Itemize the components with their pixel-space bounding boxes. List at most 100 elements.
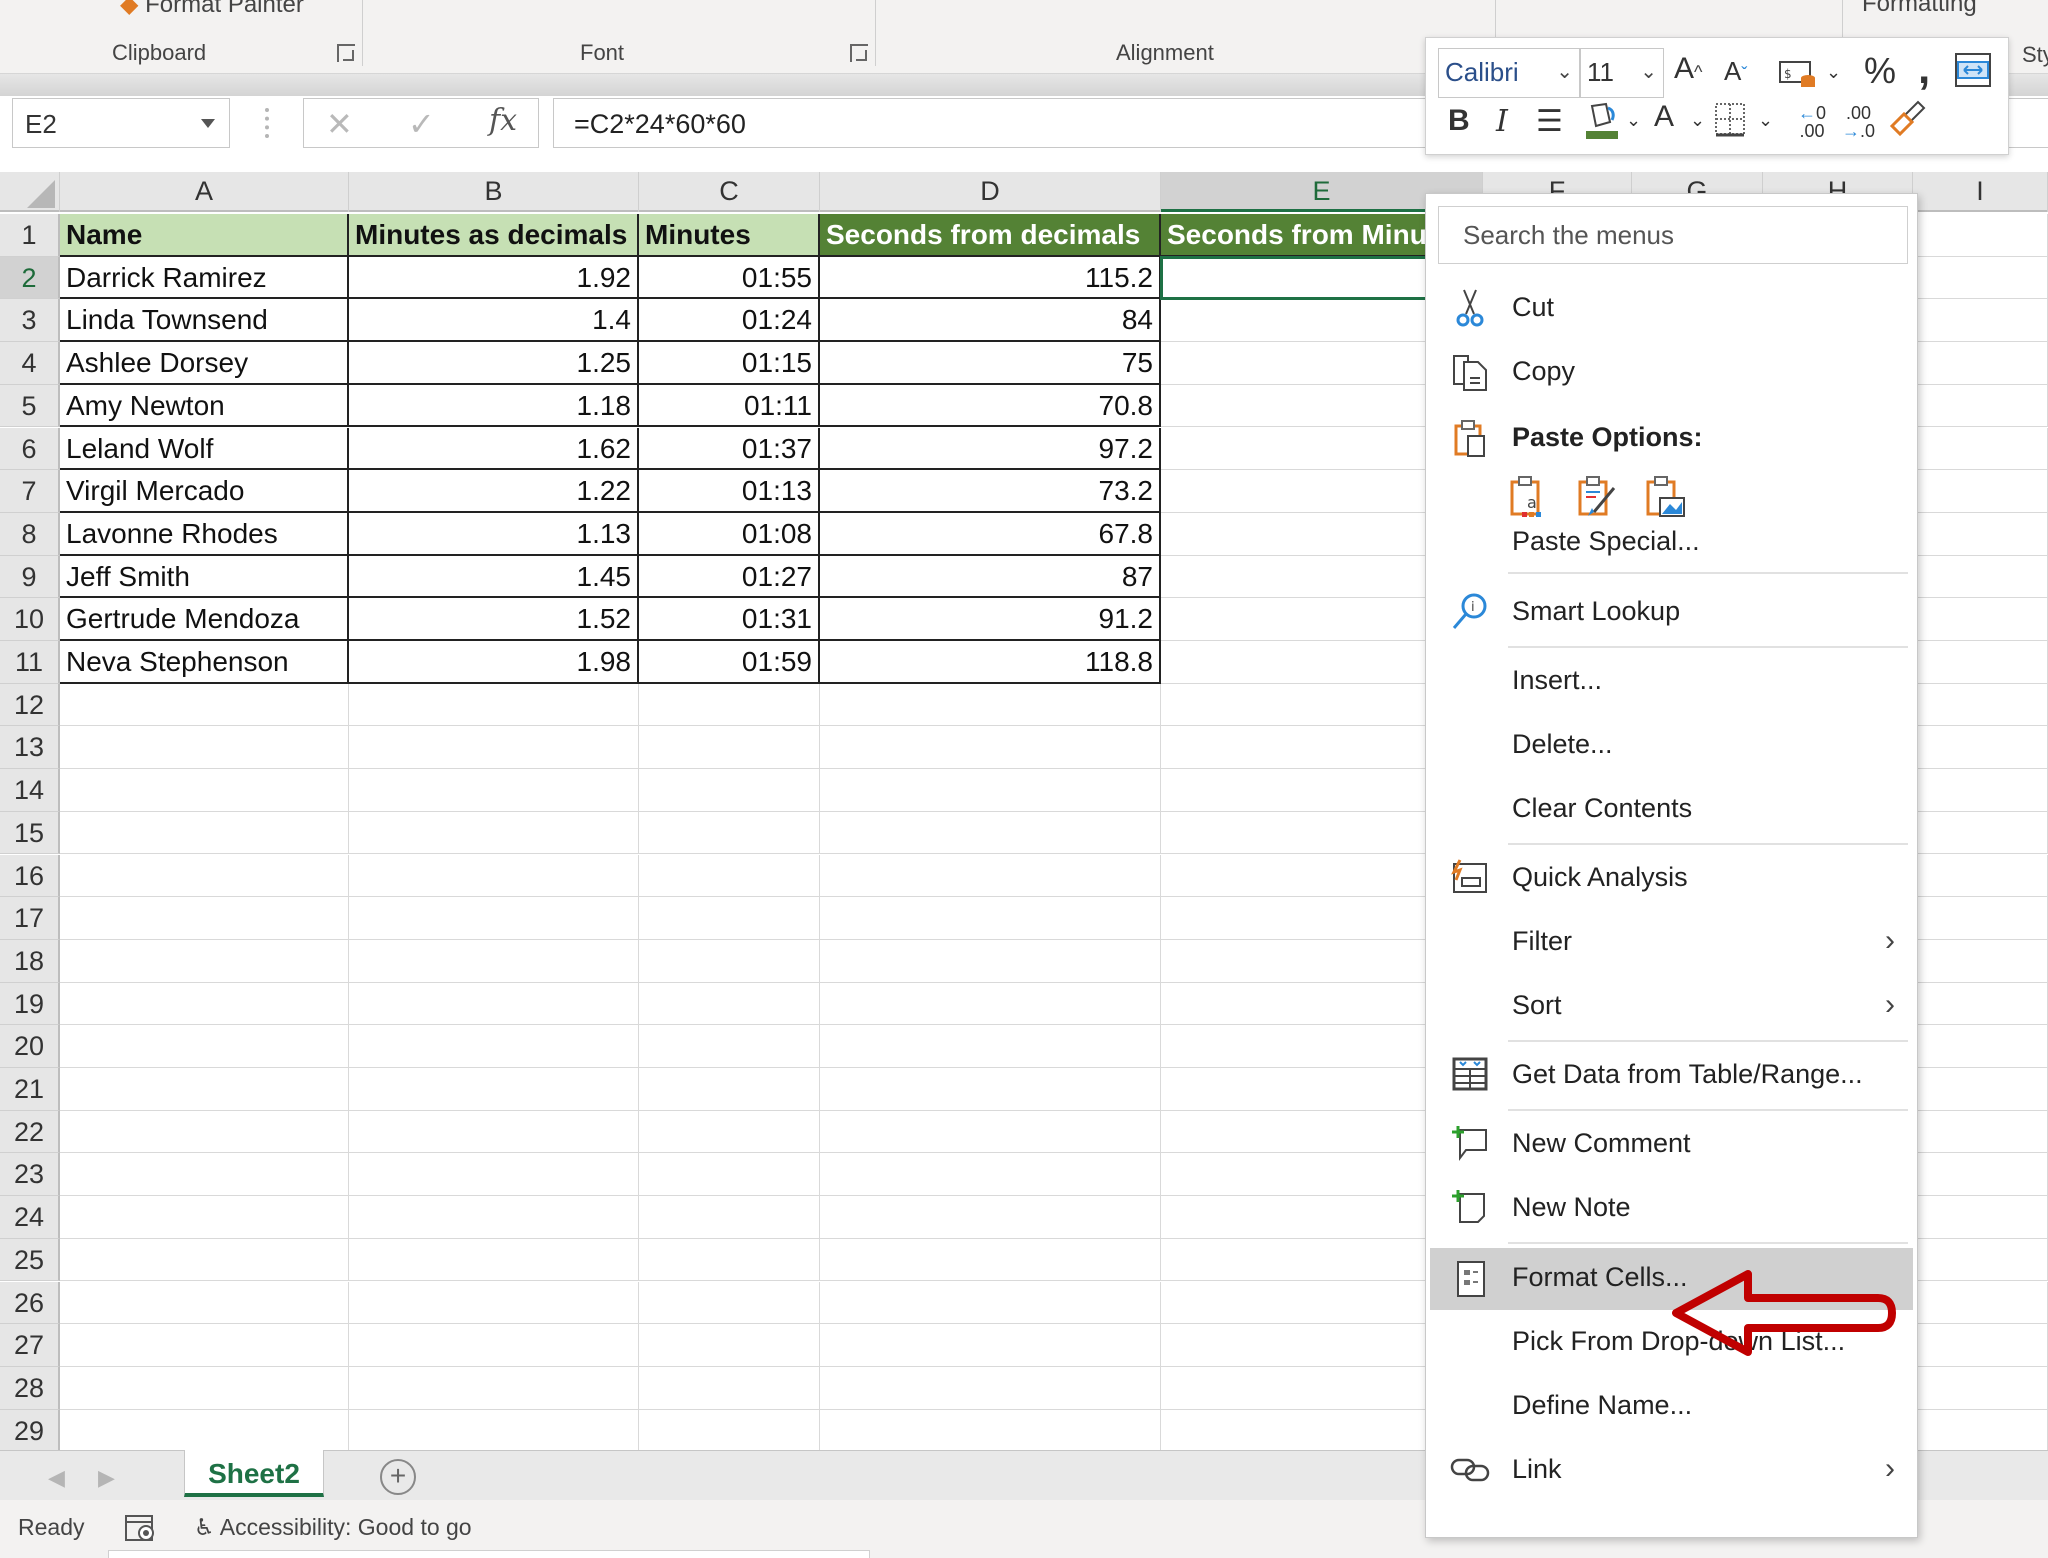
cell-c27[interactable] [639,1324,820,1367]
paste-formatting-icon[interactable] [1576,474,1624,524]
cell-b3[interactable]: 1.4 [349,299,639,343]
row-header-22[interactable]: 22 [0,1110,60,1154]
cell-c7[interactable]: 01:13 [639,470,820,513]
cell-c29[interactable] [639,1409,820,1450]
percent-style-icon[interactable]: % [1864,50,1896,92]
cell-c25[interactable] [639,1238,820,1282]
select-all-button[interactable] [0,172,60,212]
macro-recording-icon[interactable] [124,1514,158,1550]
center-align-icon[interactable]: ☰ [1536,104,1563,139]
row-header-4[interactable]: 4 [0,342,60,385]
cell-c14[interactable] [639,769,820,812]
menu-item-delete[interactable]: Delete... [1430,715,1913,777]
decrease-decimal-icon[interactable]: .00 →.0 [1842,104,1875,140]
cell-i1[interactable] [1913,214,2048,257]
cell-i17[interactable] [1913,897,2048,940]
formula-bar-resize-handle[interactable] [265,108,271,138]
cell-d17[interactable] [820,897,1161,940]
menu-item-new-note[interactable]: New Note [1430,1178,1913,1240]
sheet-tab-sheet2[interactable]: Sheet2 [184,1450,324,1497]
row-header-13[interactable]: 13 [0,726,60,770]
cell-a26[interactable] [60,1281,349,1325]
cell-b4[interactable]: 1.25 [349,342,639,385]
menu-item-new-comment[interactable]: New Comment [1430,1114,1913,1176]
font-launcher-icon[interactable] [850,44,868,62]
cell-i3[interactable] [1913,299,2048,343]
chevron-down-icon[interactable]: ⌄ [1826,62,1841,83]
cell-i21[interactable] [1913,1068,2048,1111]
accessibility-checker[interactable]: ♿︎ Accessibility: Good to go [194,1514,472,1541]
comma-style-icon[interactable]: , [1918,44,1930,94]
cell-d24[interactable] [820,1196,1161,1239]
cell-i29[interactable] [1913,1409,2048,1450]
cell-a1[interactable]: Name [60,214,349,257]
row-header-29[interactable]: 29 [0,1409,60,1450]
cell-d20[interactable] [820,1025,1161,1068]
name-box[interactable]: E2 [12,98,230,148]
cell-a24[interactable] [60,1196,349,1239]
row-header-1[interactable]: 1 [0,214,60,257]
cell-a7[interactable]: Virgil Mercado [60,470,349,513]
cell-c12[interactable] [639,683,820,727]
scroll-tabs-right-icon[interactable]: ▶ [98,1465,115,1491]
bold-icon[interactable]: B [1448,104,1470,138]
cell-b2[interactable]: 1.92 [349,256,639,300]
cell-a28[interactable] [60,1366,349,1410]
cell-i11[interactable] [1913,641,2048,684]
cell-a29[interactable] [60,1409,349,1450]
cell-i20[interactable] [1913,1025,2048,1068]
cell-c3[interactable]: 01:24 [639,299,820,343]
cell-d11[interactable]: 118.8 [820,641,1161,684]
cell-b5[interactable]: 1.18 [349,384,639,428]
cell-c4[interactable]: 01:15 [639,342,820,385]
cell-c26[interactable] [639,1281,820,1325]
cell-d23[interactable] [820,1153,1161,1197]
cell-d21[interactable] [820,1068,1161,1111]
row-header-26[interactable]: 26 [0,1281,60,1325]
cell-d6[interactable]: 97.2 [820,427,1161,471]
cell-b19[interactable] [349,982,639,1026]
row-header-8[interactable]: 8 [0,512,60,556]
italic-icon[interactable]: I [1496,104,1508,139]
format-painter-icon[interactable] [1888,100,1926,146]
name-box-dropdown-icon[interactable] [201,119,215,128]
cell-c8[interactable]: 01:08 [639,512,820,556]
cell-b10[interactable]: 1.52 [349,598,639,641]
cell-c24[interactable] [639,1196,820,1239]
merge-center-icon[interactable] [1954,52,1994,96]
cell-a20[interactable] [60,1025,349,1068]
row-header-27[interactable]: 27 [0,1324,60,1367]
cell-d18[interactable] [820,939,1161,983]
cell-c28[interactable] [639,1366,820,1410]
cell-d14[interactable] [820,769,1161,812]
cell-a14[interactable] [60,769,349,812]
font-size-select[interactable]: 11 ⌄ [1580,48,1664,98]
cell-i26[interactable] [1913,1281,2048,1325]
cell-b18[interactable] [349,939,639,983]
row-header-23[interactable]: 23 [0,1153,60,1197]
row-header-16[interactable]: 16 [0,854,60,898]
paste-keep-source-icon[interactable]: a [1508,474,1556,524]
cell-d4[interactable]: 75 [820,342,1161,385]
menu-item-sort[interactable]: Sort › [1430,976,1913,1038]
cell-i23[interactable] [1913,1153,2048,1197]
menu-item-insert[interactable]: Insert... [1430,651,1913,713]
cell-b1[interactable]: Minutes as decimals [349,214,639,257]
cell-d3[interactable]: 84 [820,299,1161,343]
cell-i9[interactable] [1913,555,2048,599]
cell-a8[interactable]: Lavonne Rhodes [60,512,349,556]
cell-c1[interactable]: Minutes [639,214,820,257]
cell-a5[interactable]: Amy Newton [60,384,349,428]
insert-function-icon[interactable]: fx [489,103,517,138]
row-header-10[interactable]: 10 [0,598,60,641]
cell-a23[interactable] [60,1153,349,1197]
cell-c21[interactable] [639,1068,820,1111]
cell-a2[interactable]: Darrick Ramirez [60,256,349,300]
enter-icon[interactable]: ✓ [408,105,435,143]
cell-d2[interactable]: 115.2 [820,256,1161,300]
fill-color-icon[interactable] [1584,100,1620,148]
cell-c20[interactable] [639,1025,820,1068]
cell-i16[interactable] [1913,854,2048,898]
menu-item-link[interactable]: Link › [1430,1440,1913,1502]
menu-item-clear-contents[interactable]: Clear Contents [1430,779,1913,841]
